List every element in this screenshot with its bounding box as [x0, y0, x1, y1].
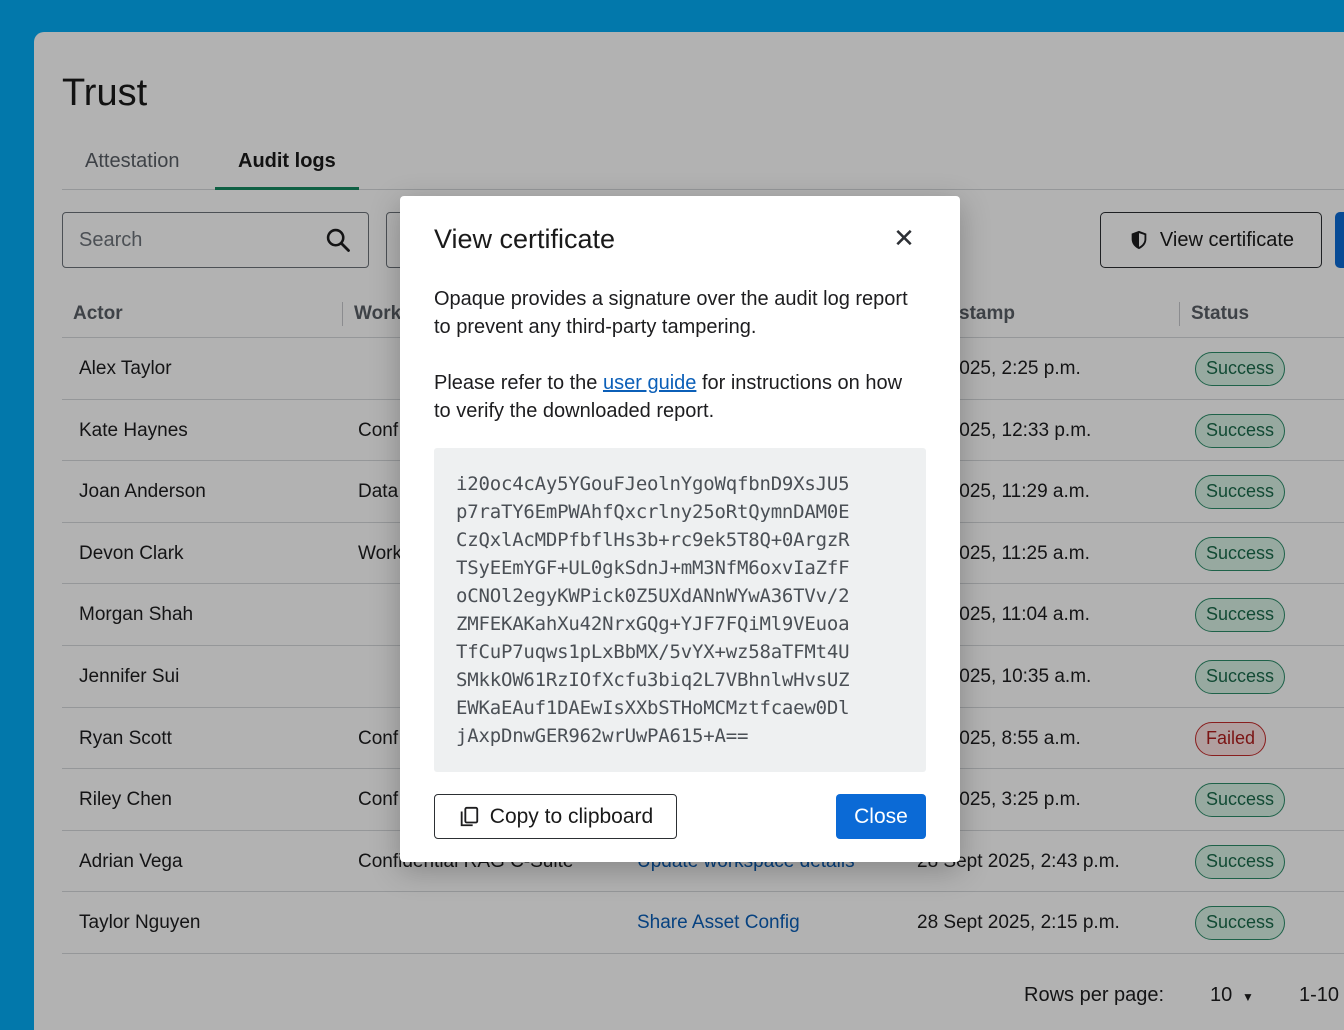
- signature-line: p7raTY6EmPWAhfQxcrlny25oRtQymnDAM0E: [456, 501, 850, 523]
- signature-line: i20oc4cAy5YGouFJeolnYgoWqfbnD9XsJU5: [456, 473, 850, 495]
- user-guide-link[interactable]: user guide: [603, 372, 696, 394]
- guide-text-before: Please refer to the: [434, 372, 603, 394]
- dialog-description: Opaque provides a signature over the aud…: [434, 288, 908, 338]
- copy-to-clipboard-button[interactable]: Copy to clipboard: [434, 794, 677, 839]
- signature-line: TSyEEmYGF+UL0gkSdnJ+mM3NfM6oxvIaZfF: [456, 557, 850, 579]
- signature-line: TfCuP7uqws1pLxBbMX/5vYX+wz58aTFMt4U: [456, 641, 850, 663]
- signature-line: EWKaEAuf1DAEwIsXXbSTHoMCMztfcaew0Dl: [456, 697, 850, 719]
- copy-icon: [460, 806, 478, 826]
- dialog-title: View certificate: [434, 224, 616, 254]
- view-certificate-dialog: View certificate ✕ Opaque provides a sig…: [400, 196, 960, 862]
- signature-line: oCNOl2egyKWPick0Z5UXdANnWYwA36TVv/2: [456, 585, 850, 607]
- signature-line: SMkkOW61RzIOfXcfu3biq2L7VBhnlwHvsUZ: [456, 669, 850, 691]
- close-icon[interactable]: ✕: [890, 224, 918, 252]
- close-button[interactable]: Close: [836, 794, 926, 839]
- signature-line: CzQxlAcMDPfbflHs3b+rc9ek5T8Q+0ArgzR: [456, 529, 850, 551]
- signature-line: ZMFEKAKahXu42NrxGQg+YJF7FQiMl9VEuoa: [456, 613, 850, 635]
- dialog-guide-text: Please refer to the user guide for instr…: [434, 369, 924, 425]
- copy-label: Copy to clipboard: [489, 804, 654, 828]
- signature-box: i20oc4cAy5YGouFJeolnYgoWqfbnD9XsJU5 p7ra…: [434, 448, 926, 772]
- signature-line: jAxpDnwGER962wrUwPA615+A==: [456, 725, 749, 747]
